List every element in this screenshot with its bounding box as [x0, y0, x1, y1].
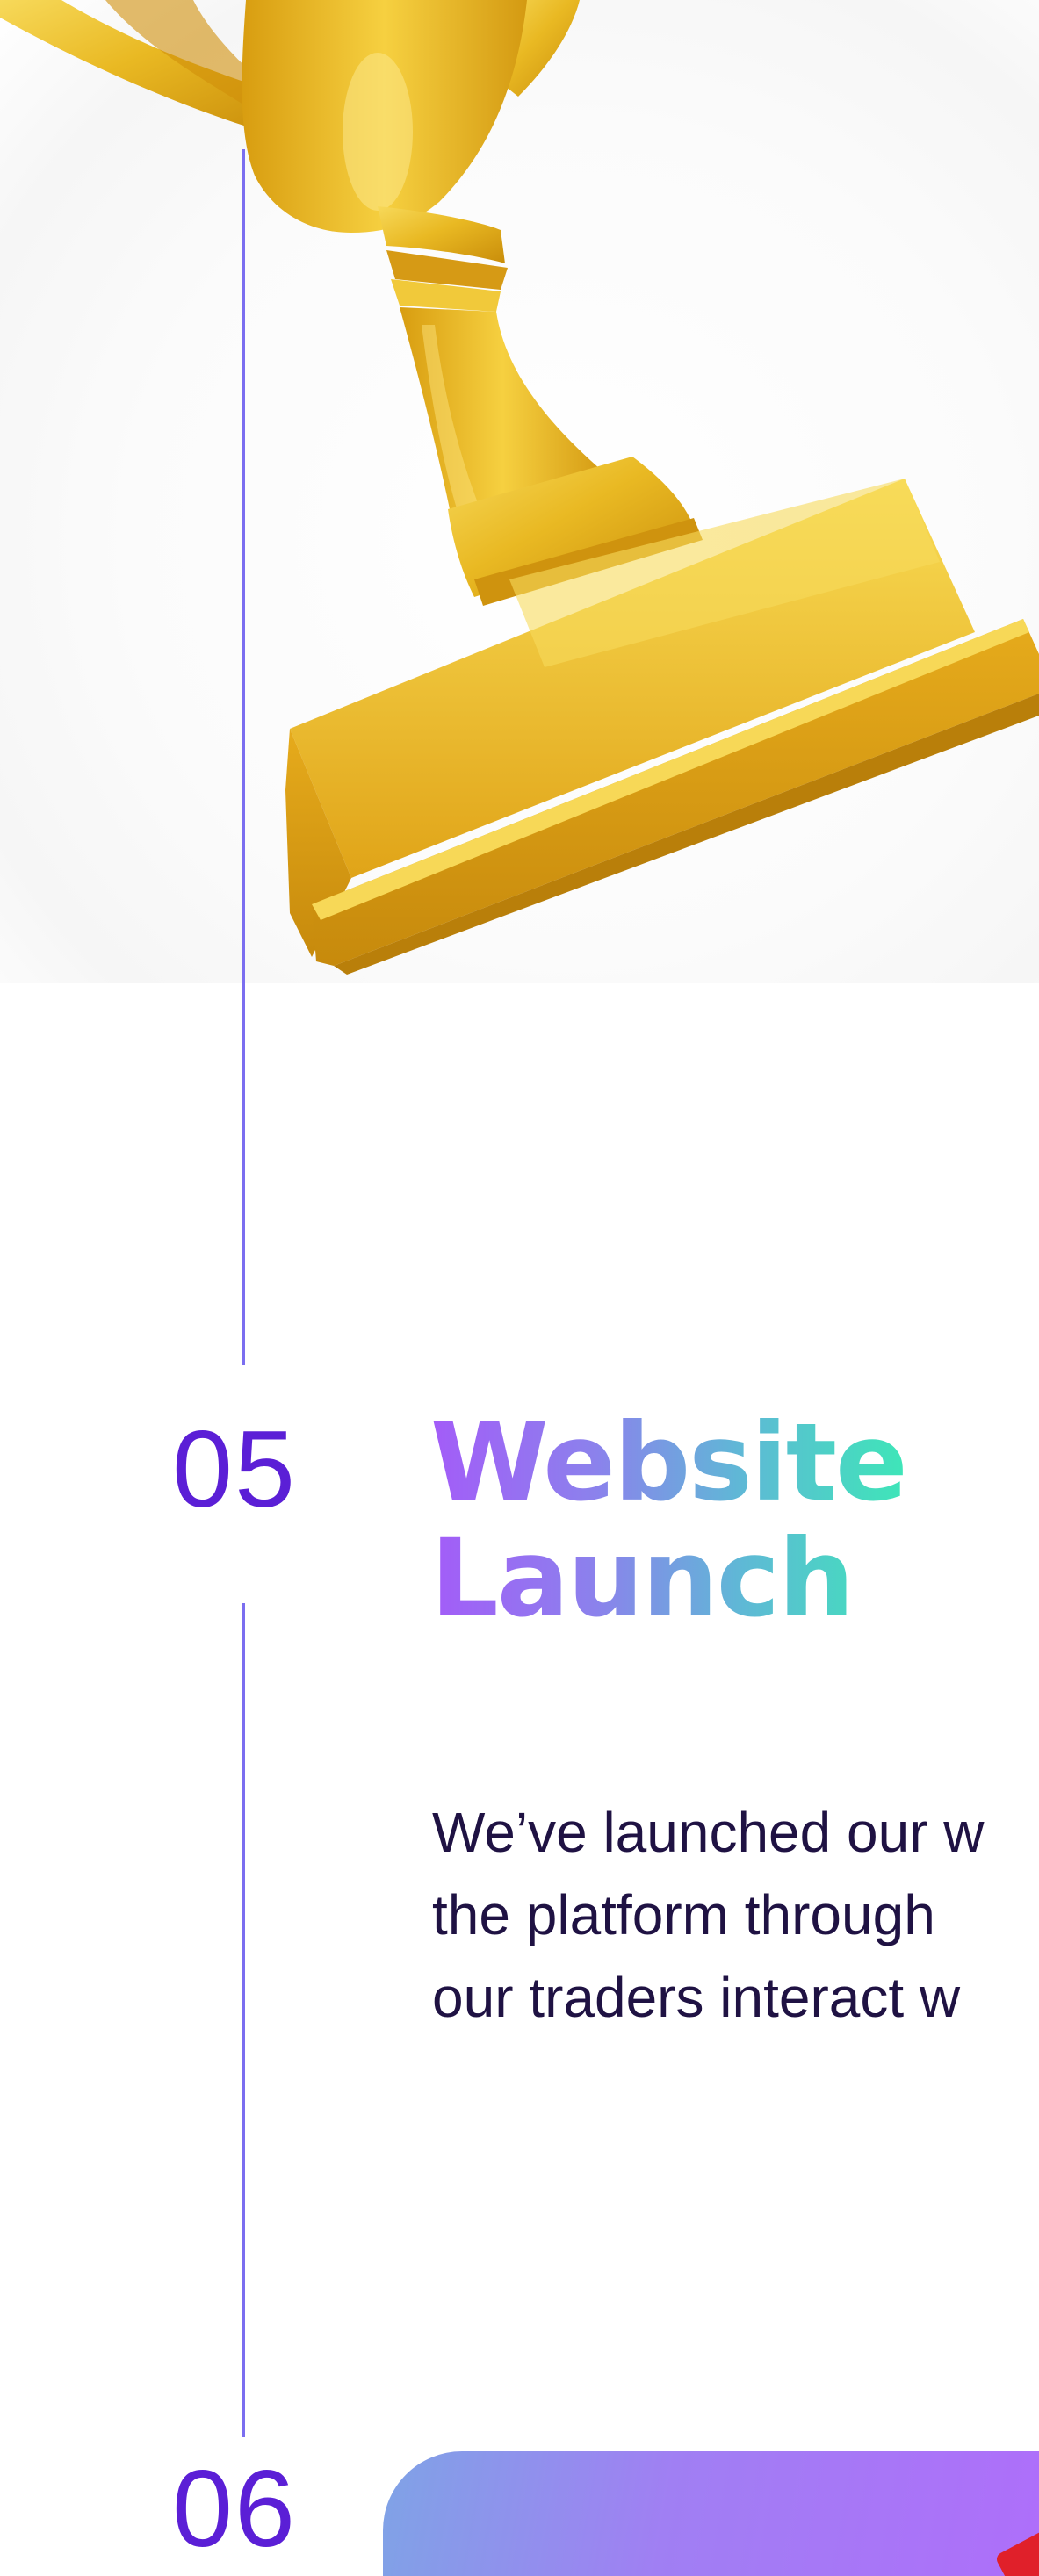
trophy-illustration: [0, 0, 1039, 983]
step-title-line: Launch: [430, 1516, 853, 1641]
step-title: Website Launch: [430, 1405, 906, 1637]
step-number: 06: [172, 2449, 297, 2570]
card-accent-shape: [994, 2519, 1039, 2576]
timeline-page: 05 Website Launch We’ve launched our w t…: [0, 0, 1039, 2576]
trophy-icon: [0, 0, 1039, 975]
step-description-line: our traders interact w: [432, 1966, 961, 2029]
timeline-line-segment: [242, 149, 245, 1365]
step-description-line: We’ve launched our w: [432, 1801, 985, 1864]
step-description-line: the platform through: [432, 1883, 935, 1946]
step-number: 05: [172, 1409, 297, 1530]
timeline-line-segment: [242, 1603, 245, 2437]
step-description: We’ve launched our w the platform throug…: [432, 1791, 1039, 2039]
step-title-line: Website: [430, 1400, 906, 1525]
next-step-card: [383, 2451, 1039, 2576]
